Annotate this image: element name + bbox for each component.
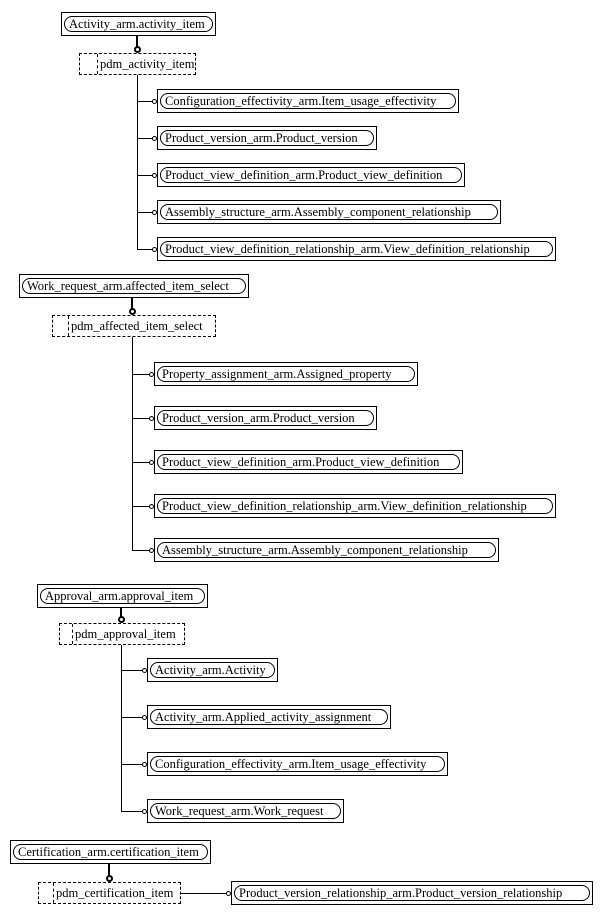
- entity-label: Assembly_structure_arm.Assembly_componen…: [157, 542, 496, 558]
- entity-label: Approval_arm.approval_item: [40, 588, 205, 604]
- member-connector: [132, 550, 150, 551]
- express-g-diagram: Activity_arm.activity_item pdm_activity_i…: [0, 0, 602, 917]
- member-connector: [137, 138, 153, 139]
- member-connector: [132, 462, 150, 463]
- entity-label: Product_view_definition_relationship_arm…: [160, 241, 553, 257]
- member-connector: [121, 811, 143, 812]
- parent-select-type[interactable]: Activity_arm.activity_item: [61, 12, 216, 36]
- parent-select-type[interactable]: Certification_arm.certification_item: [10, 840, 211, 864]
- entity-label: Product_version_relationship_arm.Product…: [234, 885, 590, 901]
- entity-label: Configuration_effectivity_arm.Item_usage…: [160, 93, 456, 109]
- entity-label: Product_view_definition_arm.Product_view…: [157, 454, 460, 470]
- select-type-label: pdm_activity_item: [97, 54, 195, 74]
- member-connector: [137, 212, 153, 213]
- entity-label: Property_assignment_arm.Assigned_propert…: [157, 366, 415, 382]
- entity-label: Activity_arm.Applied_activity_assignment: [150, 709, 388, 725]
- pdm-select-type[interactable]: pdm_activity_item: [79, 53, 196, 75]
- select-member[interactable]: Product_view_definition_relationship_arm…: [154, 494, 556, 518]
- connector-ring-icon: [129, 308, 136, 315]
- select-member[interactable]: Product_version_arm.Product_version: [154, 406, 377, 430]
- connector-ring-icon: [134, 46, 141, 53]
- entity-label: Work_request_arm.Work_request: [150, 803, 341, 819]
- member-connector: [132, 418, 150, 419]
- select-member[interactable]: Work_request_arm.Work_request: [147, 799, 344, 823]
- member-connector: [181, 893, 227, 894]
- select-type-label: pdm_affected_item_select: [68, 316, 215, 336]
- pdm-select-type[interactable]: pdm_approval_item: [59, 623, 185, 645]
- select-member[interactable]: Activity_arm.Activity: [147, 658, 278, 682]
- select-member[interactable]: Product_view_definition_relationship_arm…: [157, 237, 556, 261]
- member-connector: [121, 764, 143, 765]
- connector-ring-icon: [118, 616, 125, 623]
- member-connector: [121, 670, 143, 671]
- entity-label: Activity_arm.Activity: [150, 662, 275, 678]
- select-member[interactable]: Configuration_effectivity_arm.Item_usage…: [147, 752, 448, 776]
- entity-label: Product_view_definition_arm.Product_view…: [160, 167, 462, 183]
- parent-select-type[interactable]: Work_request_arm.affected_item_select: [19, 274, 249, 298]
- member-connector: [137, 249, 153, 250]
- parent-select-type[interactable]: Approval_arm.approval_item: [37, 584, 208, 608]
- select-member[interactable]: Product_version_arm.Product_version: [157, 126, 377, 150]
- pdm-select-type[interactable]: pdm_affected_item_select: [52, 315, 216, 337]
- entity-label: Product_version_arm.Product_version: [160, 130, 374, 146]
- member-connector: [132, 374, 150, 375]
- select-member[interactable]: Configuration_effectivity_arm.Item_usage…: [157, 89, 459, 113]
- member-connector: [137, 101, 153, 102]
- entity-label: Product_view_definition_relationship_arm…: [157, 498, 553, 514]
- entity-label: Product_version_arm.Product_version: [157, 410, 374, 426]
- pdm-select-type[interactable]: pdm_certification_item: [38, 882, 181, 904]
- entity-label: Configuration_effectivity_arm.Item_usage…: [150, 756, 445, 772]
- member-connector: [132, 506, 150, 507]
- select-member[interactable]: Product_view_definition_arm.Product_view…: [154, 450, 463, 474]
- select-member[interactable]: Assembly_structure_arm.Assembly_componen…: [157, 200, 501, 224]
- select-member[interactable]: Activity_arm.Applied_activity_assignment: [147, 705, 391, 729]
- select-member[interactable]: Property_assignment_arm.Assigned_propert…: [154, 362, 418, 386]
- entity-label: Work_request_arm.affected_item_select: [22, 278, 246, 294]
- select-trunk: [132, 337, 133, 550]
- entity-label: Certification_arm.certification_item: [13, 844, 208, 860]
- entity-label: Assembly_structure_arm.Assembly_componen…: [160, 204, 498, 220]
- member-connector: [121, 717, 143, 718]
- select-type-label: pdm_certification_item: [53, 883, 180, 903]
- select-member[interactable]: Product_version_relationship_arm.Product…: [231, 881, 593, 905]
- entity-label: Activity_arm.activity_item: [64, 16, 213, 32]
- select-member[interactable]: Assembly_structure_arm.Assembly_componen…: [154, 538, 499, 562]
- connector-ring-icon: [106, 875, 113, 882]
- member-connector: [137, 175, 153, 176]
- select-member[interactable]: Product_view_definition_arm.Product_view…: [157, 163, 465, 187]
- select-type-label: pdm_approval_item: [72, 624, 184, 644]
